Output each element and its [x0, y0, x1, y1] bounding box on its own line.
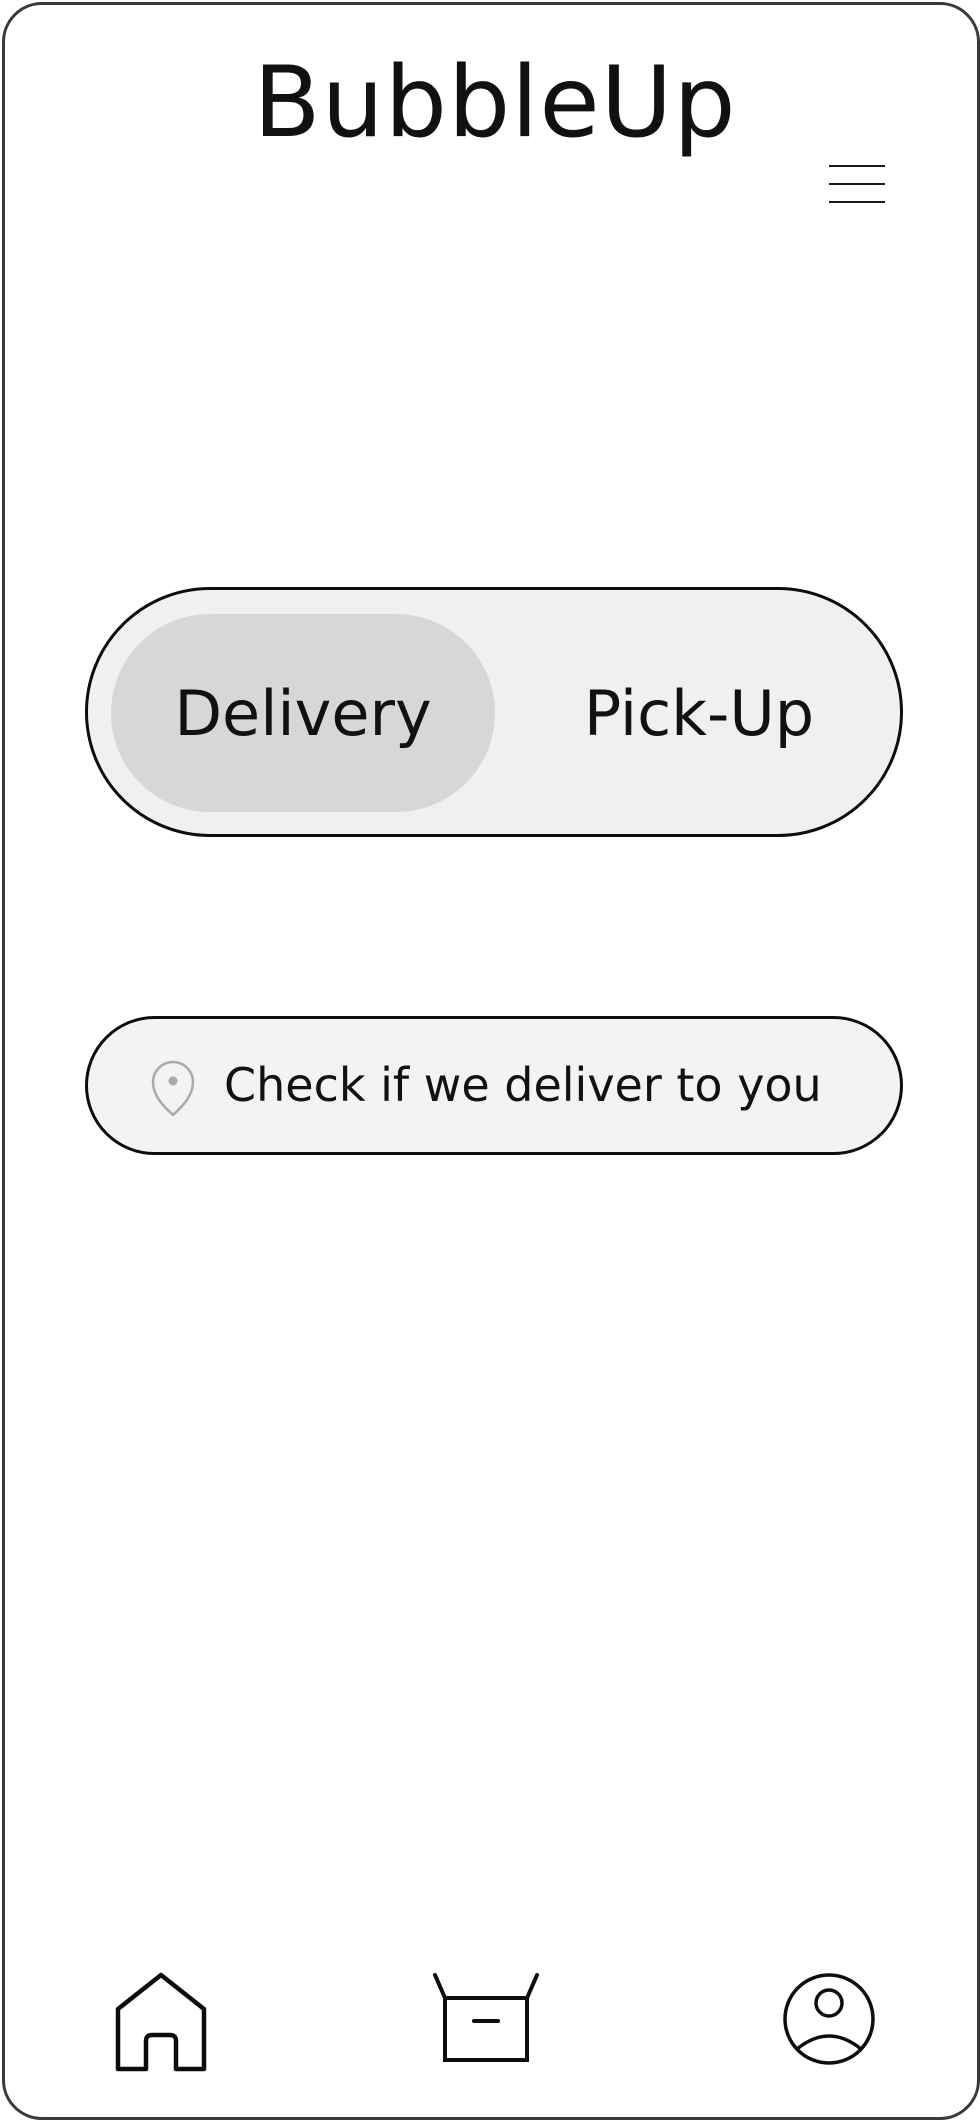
delivery-option-label: Delivery [174, 676, 432, 750]
phone-frame: BubbleUp Delivery Pick-Up [2, 2, 980, 2120]
pickup-option[interactable]: Pick-Up [518, 614, 880, 812]
delivery-check-input[interactable] [224, 1039, 864, 1131]
home-icon[interactable] [113, 1971, 209, 2075]
order-mode-toggle: Delivery Pick-Up [85, 587, 903, 837]
delivery-check-field[interactable] [85, 1016, 903, 1155]
hamburger-menu-icon[interactable] [825, 161, 889, 209]
location-pin-icon [151, 1060, 195, 1117]
pickup-option-label: Pick-Up [583, 676, 815, 750]
app-title: BubbleUp [253, 46, 737, 160]
menu-bar [829, 165, 885, 167]
delivery-option[interactable]: Delivery [111, 614, 495, 812]
menu-bar [829, 201, 885, 203]
box-icon[interactable] [430, 1967, 542, 2067]
menu-bar [829, 183, 885, 185]
profile-icon[interactable] [781, 1971, 877, 2067]
